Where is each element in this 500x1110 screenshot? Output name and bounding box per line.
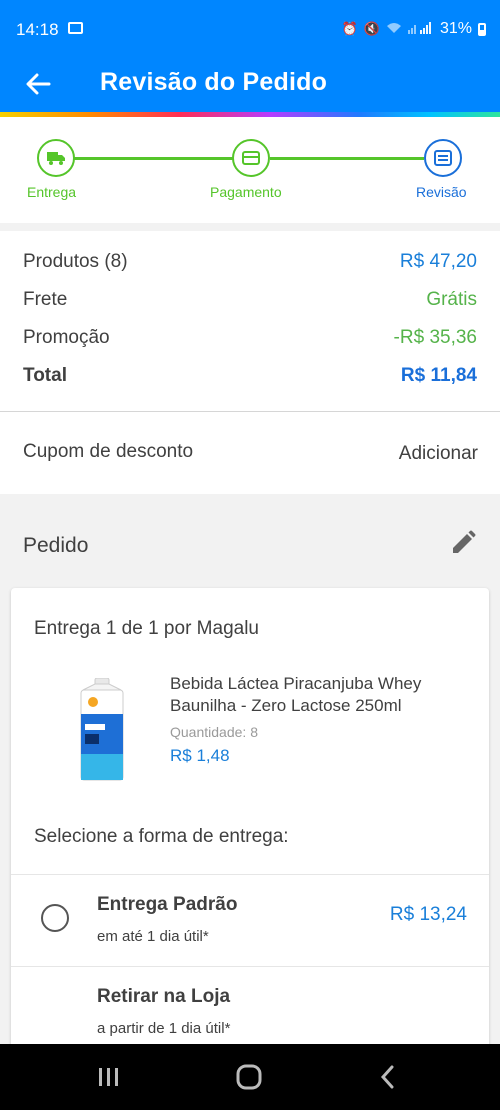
order-section: Pedido Entrega 1 de 1 por Magalu Bebida … xyxy=(0,494,500,1058)
order-title: Pedido xyxy=(23,534,89,557)
back-nav-button[interactable] xyxy=(376,1062,400,1092)
pencil-icon xyxy=(453,530,476,553)
shipping-option-title: Entrega Padrão xyxy=(97,894,238,915)
products-value: R$ 47,20 xyxy=(399,251,477,272)
arrow-left-icon xyxy=(26,73,51,95)
coupon-row[interactable]: Cupom de desconto Adicionar xyxy=(0,412,500,494)
truck-icon xyxy=(47,152,65,165)
shipping-option-title: Retirar na Loja xyxy=(97,986,231,1007)
step-connector xyxy=(270,157,424,160)
edit-order-button[interactable] xyxy=(450,530,476,561)
card-icon xyxy=(242,151,260,165)
radio-button[interactable] xyxy=(41,904,69,932)
summary-total-row: Total R$ 11,84 xyxy=(23,363,477,389)
product-price: R$ 1,48 xyxy=(170,746,230,765)
products-label: Produtos (8) xyxy=(23,251,128,272)
shipping-value: Grátis xyxy=(426,289,477,310)
image-icon xyxy=(68,22,83,34)
status-icons: ⏰ 🔇 31% xyxy=(342,20,486,38)
step-connector xyxy=(74,157,234,160)
mute-icon: 🔇 xyxy=(363,21,380,36)
product-image xyxy=(73,677,131,782)
page-title: Revisão do Pedido xyxy=(100,68,328,96)
summary-promo-row: Promoção -R$ 35,36 xyxy=(23,325,477,351)
review-icon xyxy=(434,150,452,166)
recent-apps-icon xyxy=(99,1068,118,1086)
coupon-label: Cupom de desconto xyxy=(23,441,194,462)
divider xyxy=(11,966,489,967)
add-coupon-button[interactable]: Adicionar xyxy=(399,443,478,465)
delivery-header: Entrega 1 de 1 por Magalu xyxy=(34,618,259,639)
summary-shipping-row: Frete Grátis xyxy=(23,287,477,313)
chevron-left-icon xyxy=(380,1065,394,1089)
step-entrega[interactable] xyxy=(37,139,75,177)
product-name: Bebida Láctea Piracanjuba Whey Baunilha … xyxy=(170,674,422,715)
step-revisao[interactable] xyxy=(424,139,462,177)
wifi-icon xyxy=(386,22,402,37)
status-bar: 14:18 ⏰ 🔇 31% xyxy=(0,0,500,56)
home-icon xyxy=(236,1064,262,1090)
step-label-entrega: Entrega xyxy=(27,184,77,200)
alarm-icon: ⏰ xyxy=(341,21,358,36)
divider xyxy=(11,874,489,875)
home-button[interactable] xyxy=(233,1062,265,1092)
summary-products-row: Produtos (8) R$ 47,20 xyxy=(23,249,477,275)
shipping-option-price: R$ 13,24 xyxy=(389,904,467,925)
shipping-option-subtitle: em até 1 dia útil* xyxy=(97,928,209,945)
app-bar: Revisão do Pedido xyxy=(0,56,500,112)
delivery-card: Entrega 1 de 1 por Magalu Bebida Láctea … xyxy=(11,588,489,1058)
product-quantity: Quantidade: 8 xyxy=(170,724,258,740)
signal-icon xyxy=(407,21,434,37)
checkout-stepper: Entrega Pagamento Revisão xyxy=(0,117,500,223)
status-time: 14:18 xyxy=(16,20,59,39)
promo-value: -R$ 35,36 xyxy=(393,327,477,348)
quantity-label: Quantidade: xyxy=(170,724,247,740)
promo-label: Promoção xyxy=(23,327,110,348)
back-button[interactable] xyxy=(16,64,60,104)
shipping-label: Frete xyxy=(23,289,68,310)
step-pagamento[interactable] xyxy=(232,139,270,177)
step-label-pagamento: Pagamento xyxy=(210,184,282,200)
total-label: Total xyxy=(23,365,67,386)
section-divider xyxy=(0,223,500,231)
battery-icon xyxy=(478,22,486,36)
shipping-prompt: Selecione a forma de entrega: xyxy=(34,826,289,847)
system-nav-bar xyxy=(0,1044,500,1110)
shipping-option-subtitle: a partir de 1 dia útil* xyxy=(97,1020,231,1037)
step-label-revisao: Revisão xyxy=(416,184,467,200)
total-value: R$ 11,84 xyxy=(400,365,477,386)
battery-percent: 31% xyxy=(439,20,472,37)
order-summary: Produtos (8) R$ 47,20 Frete Grátis Promo… xyxy=(0,231,500,411)
recent-apps-button[interactable] xyxy=(94,1062,124,1092)
quantity-value: 8 xyxy=(250,724,258,740)
